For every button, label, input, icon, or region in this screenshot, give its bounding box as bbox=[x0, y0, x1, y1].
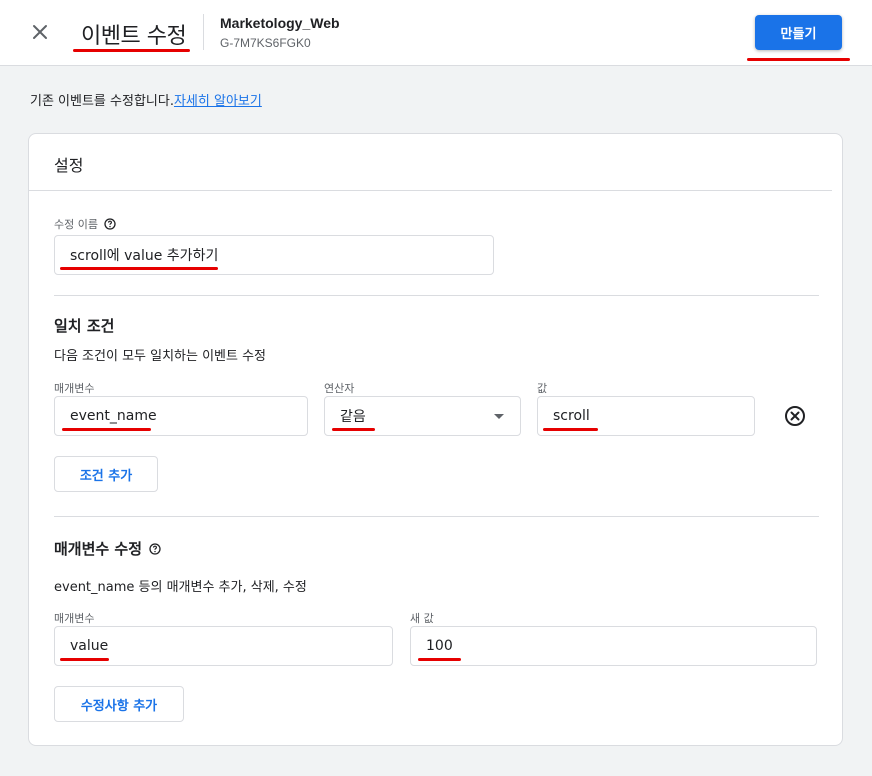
match-param-label: 매개변수 bbox=[54, 380, 94, 396]
remove-condition-button[interactable] bbox=[783, 404, 807, 428]
match-value-label: 값 bbox=[537, 380, 547, 396]
mod-param-value: value bbox=[70, 638, 109, 654]
modification-name-label-text: 수정 이름 bbox=[54, 218, 98, 231]
match-value-label-text: 값 bbox=[537, 382, 548, 395]
annotation-underline bbox=[418, 658, 461, 661]
intro-description: 기존 이벤트를 수정합니다. bbox=[30, 94, 174, 109]
app-header: 이벤트 수정 Marketology_Web G-7M7KS6FGK0 만들기 bbox=[0, 0, 872, 66]
mod-param-label-text: 매개변수 bbox=[54, 612, 95, 625]
annotation-underline bbox=[747, 58, 850, 61]
mod-param-label: 매개변수 bbox=[54, 610, 94, 626]
section-divider bbox=[54, 295, 819, 296]
help-icon[interactable] bbox=[149, 542, 161, 555]
operator-value: 같음 bbox=[340, 409, 366, 425]
annotation-underline bbox=[60, 658, 109, 661]
new-value-label-text: 새 값 bbox=[410, 612, 434, 625]
create-button[interactable]: 만들기 bbox=[755, 15, 842, 50]
new-value-value: 100 bbox=[426, 638, 453, 654]
header-divider bbox=[203, 14, 204, 50]
new-value-label: 새 값 bbox=[410, 610, 434, 626]
annotation-underline bbox=[332, 428, 375, 431]
annotation-underline bbox=[543, 428, 598, 431]
chevron-down-icon bbox=[494, 414, 504, 419]
param-mod-description: event_name 등의 매개변수 추가, 삭제, 수정 bbox=[54, 580, 307, 595]
close-icon bbox=[33, 25, 47, 39]
help-icon[interactable] bbox=[104, 218, 116, 230]
new-value-input[interactable]: 100 bbox=[410, 626, 817, 666]
matching-description: 다음 조건이 모두 일치하는 이벤트 수정 bbox=[54, 349, 267, 364]
annotation-underline bbox=[73, 49, 190, 52]
operator-label: 연산자 bbox=[324, 380, 354, 396]
param-mod-title-text: 매개변수 수정 bbox=[54, 540, 143, 558]
stream-name: Marketology_Web bbox=[220, 15, 340, 31]
intro-text: 기존 이벤트를 수정합니다.자세히 알아보기 bbox=[30, 90, 262, 109]
annotation-underline bbox=[60, 267, 218, 270]
match-param-label-text: 매개변수 bbox=[54, 382, 95, 395]
matching-title: 일치 조건 bbox=[54, 315, 114, 336]
modification-name-label: 수정 이름 bbox=[54, 216, 116, 232]
match-value-value: scroll bbox=[553, 408, 590, 424]
card-divider bbox=[29, 190, 832, 191]
remove-circle-icon bbox=[785, 406, 805, 426]
page-title: 이벤트 수정 bbox=[81, 24, 187, 49]
settings-card: 설정 수정 이름 scroll에 value 추가하기 일치 조건 다음 조건이… bbox=[28, 133, 843, 746]
learn-more-link[interactable]: 자세히 알아보기 bbox=[174, 94, 262, 109]
operator-label-text: 연산자 bbox=[324, 382, 355, 395]
card-title: 설정 bbox=[54, 156, 84, 175]
section-divider bbox=[54, 516, 819, 517]
match-param-value: event_name bbox=[70, 408, 157, 424]
annotation-underline bbox=[62, 428, 151, 431]
stream-id: G-7M7KS6FGK0 bbox=[220, 36, 311, 50]
matching-title-text: 일치 조건 bbox=[54, 317, 115, 335]
add-condition-button[interactable]: 조건 추가 bbox=[54, 456, 158, 492]
close-button[interactable] bbox=[26, 18, 54, 46]
modification-name-value: scroll에 value 추가하기 bbox=[70, 248, 219, 264]
add-modification-button[interactable]: 수정사항 추가 bbox=[54, 686, 184, 722]
param-mod-title: 매개변수 수정 bbox=[54, 538, 161, 559]
